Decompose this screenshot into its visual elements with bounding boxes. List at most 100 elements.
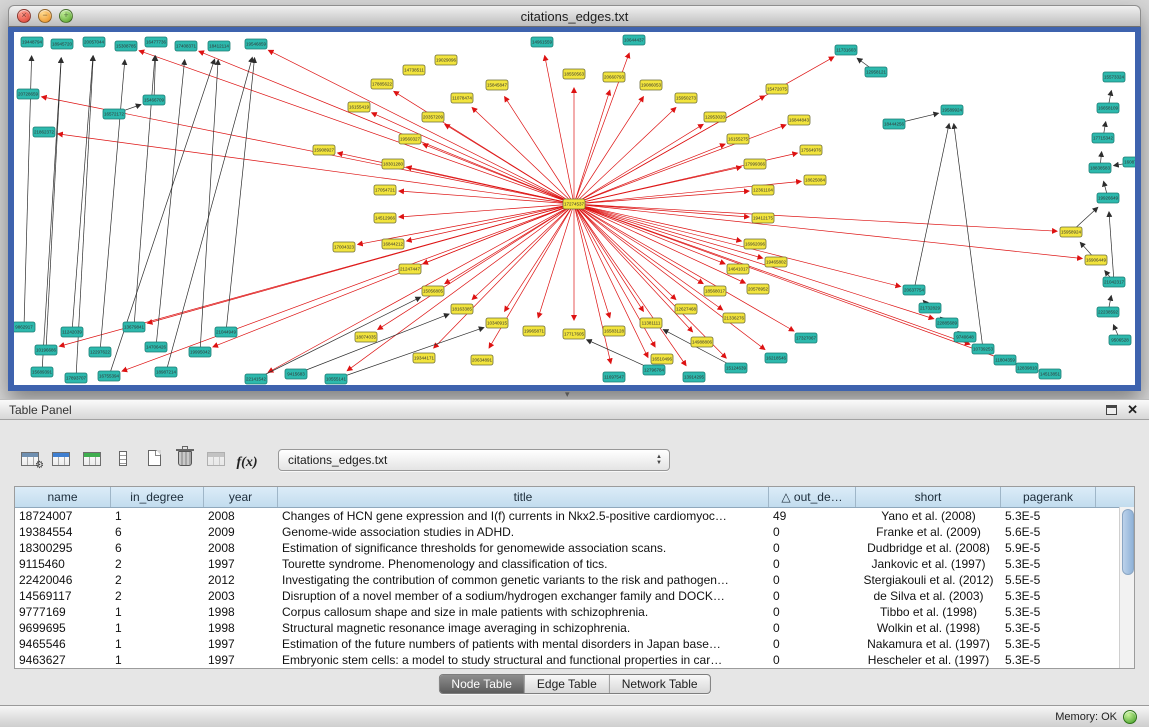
network-node[interactable]: 21732829 <box>919 303 941 313</box>
network-node[interactable]: 16572172 <box>103 109 125 119</box>
network-node[interactable]: 21247447 <box>399 264 421 274</box>
network-node[interactable]: 19589924 <box>941 105 963 115</box>
table-row[interactable]: 1872400712008Changes of HCN gene express… <box>15 508 1134 524</box>
network-node[interactable]: 10739253 <box>972 344 994 354</box>
table-row[interactable]: 977716911998Corpus callosum shape and si… <box>15 604 1134 620</box>
network-node[interactable]: 16906449 <box>1085 255 1107 265</box>
network-canvas[interactable]: 17274537 18550563 20660793 19086053 15950273… <box>14 32 1135 385</box>
network-node[interactable]: 22141542 <box>245 374 267 384</box>
network-node[interactable]: 19412175 <box>752 213 774 223</box>
network-node[interactable]: 19086053 <box>640 80 662 90</box>
network-node[interactable]: 17893707 <box>65 373 87 383</box>
import-table-icon[interactable] <box>202 446 230 472</box>
network-graph[interactable]: 17274537 18550563 20660793 19086053 15950273… <box>14 32 1135 385</box>
column-header-in-degree[interactable]: in_degree <box>111 487 204 507</box>
table-row[interactable]: 946362711997Embryonic stem cells: a mode… <box>15 652 1134 668</box>
network-node[interactable]: 10196686 <box>35 345 57 355</box>
network-node[interactable]: 15950273 <box>675 93 697 103</box>
network-node[interactable]: 21044949 <box>215 327 237 337</box>
network-node[interactable]: 17274537 <box>563 199 585 209</box>
network-node[interactable]: 14513851 <box>1039 369 1061 379</box>
network-node[interactable]: 14738511 <box>403 65 425 75</box>
network-node[interactable]: 16844843 <box>788 115 810 125</box>
network-node[interactable]: 17717605 <box>563 329 585 339</box>
zoom-button[interactable]: + <box>59 9 73 23</box>
close-button[interactable]: × <box>17 9 31 23</box>
table-scrollbar[interactable] <box>1119 507 1134 668</box>
column-header-name[interactable]: name <box>15 487 111 507</box>
network-node[interactable]: 19029096 <box>435 55 457 65</box>
network-node[interactable]: 18163385 <box>451 304 473 314</box>
network-node[interactable]: 17564976 <box>800 145 822 155</box>
network-node[interactable]: 14961559 <box>531 37 553 47</box>
network-node[interactable]: 18074035 <box>355 332 377 342</box>
float-panel-icon[interactable] <box>1106 405 1117 415</box>
column-header-short[interactable]: short <box>856 487 1001 507</box>
network-node[interactable]: 15124639 <box>725 363 747 373</box>
network-node[interactable]: 16477736 <box>145 37 167 47</box>
table-row[interactable]: 1830029562008Estimation of significance … <box>15 540 1134 556</box>
network-node[interactable]: 16658109 <box>1097 103 1119 113</box>
delete-column-icon[interactable] <box>171 444 199 470</box>
network-node[interactable]: 15573324 <box>1103 72 1125 82</box>
network-node[interactable]: 18550563 <box>563 69 585 79</box>
network-node[interactable]: 20660793 <box>603 72 625 82</box>
show-columns-icon[interactable] <box>47 446 75 472</box>
network-node[interactable]: 11804359 <box>994 355 1016 365</box>
network-node[interactable]: 19560327 <box>399 134 421 144</box>
network-node[interactable]: 18625084 <box>804 175 826 185</box>
network-node[interactable]: 16218546 <box>765 353 787 363</box>
network-node[interactable]: 21042317 <box>1103 277 1125 287</box>
select-mode-icon[interactable] <box>78 446 106 472</box>
network-node[interactable]: 17999366 <box>744 159 766 169</box>
network-node[interactable]: 14706426 <box>145 342 167 352</box>
network-node[interactable]: 20637754 <box>903 285 925 295</box>
tab-edge-table[interactable]: Edge Table <box>524 675 609 693</box>
network-node[interactable]: 19448794 <box>21 37 43 47</box>
network-node[interactable]: 17408371 <box>175 41 197 51</box>
tab-network-table[interactable]: Network Table <box>609 675 710 693</box>
table-row[interactable]: 2242004622012Investigating the contribut… <box>15 572 1134 588</box>
network-node[interactable]: 20357209 <box>422 112 444 122</box>
network-node[interactable]: 11242039 <box>61 327 83 337</box>
combo-stepper-icon[interactable]: ▲▼ <box>656 454 669 466</box>
network-node[interactable]: 15308785 <box>115 41 137 51</box>
network-node[interactable]: 12297622 <box>89 347 111 357</box>
table-row[interactable]: 1938455462009Genome-wide association stu… <box>15 524 1134 540</box>
network-node[interactable]: 16155419 <box>348 102 370 112</box>
table-row[interactable]: 911546021997Tourette syndrome. Phenomeno… <box>15 556 1134 572</box>
network-node[interactable]: 16583128 <box>603 326 625 336</box>
network-node[interactable]: 9740648 <box>954 332 976 342</box>
minimize-button[interactable]: − <box>38 9 52 23</box>
table-scrollbar-thumb[interactable] <box>1122 509 1134 575</box>
network-node[interactable]: 20057044 <box>83 37 105 47</box>
network-node[interactable]: 10644437 <box>623 35 645 45</box>
row-height-icon[interactable] <box>109 446 137 472</box>
network-node[interactable]: 22238592 <box>1097 307 1119 317</box>
network-node[interactable]: 12361104 <box>752 185 774 195</box>
network-node[interactable]: 14988806 <box>691 337 713 347</box>
network-node[interactable]: 22885689 <box>936 318 958 328</box>
network-node[interactable]: 15689391 <box>31 367 53 377</box>
table-mode-icon[interactable]: ⚙ <box>16 446 44 472</box>
network-node[interactable]: 15958924 <box>1060 227 1082 237</box>
network-node[interactable]: 18301280 <box>382 159 404 169</box>
network-node[interactable]: 20578952 <box>747 284 769 294</box>
network-node[interactable]: 9506528 <box>1109 335 1131 345</box>
function-builder-icon[interactable]: f(x) <box>233 450 261 476</box>
column-header-title[interactable]: title <box>278 487 769 507</box>
network-node[interactable]: 19965871 <box>523 326 545 336</box>
close-panel-icon[interactable]: ✕ <box>1127 403 1138 416</box>
network-node[interactable]: 11731603 <box>835 45 857 55</box>
network-node[interactable]: 16510496 <box>651 354 673 364</box>
network-node[interactable]: 18568017 <box>704 286 726 296</box>
network-node[interactable]: 18838583 <box>1089 163 1111 173</box>
table-row[interactable]: 1456911722003Disruption of a novel membe… <box>15 588 1134 604</box>
network-node[interactable]: 15908927 <box>313 145 335 155</box>
network-node[interactable]: 11078474 <box>451 93 473 103</box>
network-node[interactable]: 18412114 <box>208 41 230 51</box>
column-header-out-de-[interactable]: △ out_de… <box>769 487 856 507</box>
network-node[interactable]: 12839810 <box>1016 363 1038 373</box>
table-selector-combo[interactable]: citations_edges.txt ▲▼ <box>278 449 670 471</box>
network-node[interactable]: 11381111 <box>640 318 662 328</box>
